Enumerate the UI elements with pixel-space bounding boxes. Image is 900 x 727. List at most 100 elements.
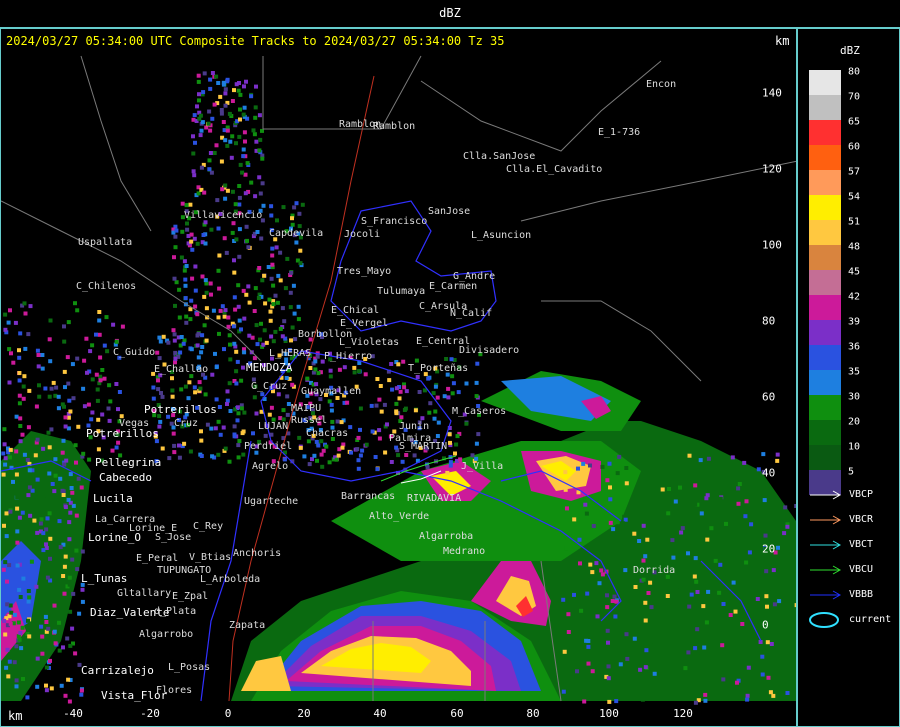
echo-cell xyxy=(192,113,197,118)
echo-cell xyxy=(337,367,342,372)
legend-value: 70 xyxy=(848,91,861,103)
echo-cell xyxy=(184,314,189,319)
echo-cell xyxy=(47,471,52,476)
echo-cell xyxy=(195,104,199,109)
echo-cell xyxy=(216,419,221,424)
echo-cell xyxy=(377,397,382,402)
echo-cell xyxy=(234,237,239,242)
echo-cell xyxy=(22,301,27,306)
echo-cell xyxy=(62,369,67,374)
echo-cell xyxy=(597,581,602,586)
echo-cell xyxy=(273,329,278,334)
echo-cell xyxy=(608,485,612,490)
echo-cell xyxy=(44,683,48,688)
echo-cell xyxy=(67,575,72,580)
echo-cell xyxy=(34,584,39,589)
echo-cell xyxy=(432,416,437,421)
echo-cell xyxy=(157,335,162,340)
echo-cell xyxy=(720,643,725,648)
echo-cell xyxy=(389,460,394,464)
echo-cell xyxy=(324,444,329,449)
echo-cell xyxy=(48,562,52,567)
echo-cell xyxy=(702,645,707,650)
echo-cell xyxy=(35,606,40,611)
echo-cell xyxy=(606,676,611,681)
echo-cell xyxy=(177,315,182,320)
echo-cell xyxy=(385,422,389,427)
echo-cell xyxy=(23,311,28,316)
echo-cell xyxy=(21,384,26,389)
x-tick-label: -40 xyxy=(63,707,83,720)
radar-map-canvas[interactable] xyxy=(1,29,797,727)
place-label: Algarroba xyxy=(419,531,474,542)
legend-swatch xyxy=(809,445,841,470)
echo-cell xyxy=(678,485,682,490)
echo-cell xyxy=(258,191,263,196)
arrow-icon xyxy=(810,565,842,575)
echo-cell xyxy=(591,524,596,528)
echo-cell xyxy=(214,397,219,402)
echo-cell xyxy=(171,328,176,333)
echo-cell xyxy=(34,404,39,409)
echo-cell xyxy=(760,654,765,659)
echo-cell xyxy=(216,315,221,320)
echo-cell xyxy=(294,201,299,206)
echo-cell xyxy=(267,412,272,417)
echo-cell xyxy=(623,568,628,573)
echo-cell xyxy=(718,562,723,567)
echo-cell xyxy=(97,310,102,314)
echo-cell xyxy=(290,222,295,227)
radar-map-panel[interactable]: Ramblon Encon E_1-736 Clla.SanJose Clla.El_C… xyxy=(0,28,797,727)
echo-cell xyxy=(200,274,205,279)
echo-cell xyxy=(594,561,599,566)
echo-cell xyxy=(17,587,22,592)
echo-cell xyxy=(785,524,790,529)
echo-cell xyxy=(219,111,224,116)
echo-cell xyxy=(285,412,290,417)
echo-cell xyxy=(203,278,208,283)
echo-cell xyxy=(268,309,273,314)
echo-cell xyxy=(193,390,198,395)
echo-cell xyxy=(706,589,711,594)
echo-cell xyxy=(618,662,623,667)
echo-cell xyxy=(692,574,697,579)
echo-cell xyxy=(7,455,12,460)
echo-cell xyxy=(226,315,231,320)
echo-cell xyxy=(783,505,788,510)
echo-cell xyxy=(745,697,750,702)
echo-cell xyxy=(280,306,285,311)
echo-cell xyxy=(588,562,593,567)
echo-cell xyxy=(6,320,11,325)
legend-value: 39 xyxy=(848,316,861,328)
echo-cell xyxy=(16,620,21,625)
echo-cell xyxy=(14,667,19,671)
echo-cell xyxy=(182,259,187,264)
echo-cell xyxy=(281,408,286,413)
echo-cell xyxy=(768,690,773,695)
echo-cell xyxy=(262,328,267,333)
echo-cell xyxy=(561,689,566,694)
echo-cell xyxy=(208,128,213,133)
echo-cell xyxy=(397,396,402,401)
echo-cell xyxy=(581,461,586,466)
echo-cell xyxy=(7,659,12,664)
echo-cell xyxy=(79,692,84,697)
echo-cell xyxy=(39,517,44,522)
place-label: Encon xyxy=(646,79,677,90)
echo-cell xyxy=(412,453,417,458)
echo-cell xyxy=(313,367,318,372)
place-label: Pellegrina xyxy=(95,456,162,469)
echo-cell xyxy=(285,394,290,399)
echo-cell xyxy=(426,376,431,381)
echo-cell xyxy=(633,585,638,589)
echo-cell xyxy=(470,453,475,458)
echo-cell xyxy=(247,333,252,338)
echo-cell xyxy=(349,450,353,455)
arrow-icon xyxy=(810,540,842,550)
echo-cell xyxy=(755,597,760,601)
echo-cell xyxy=(607,699,612,704)
echo-cell xyxy=(66,497,71,502)
echo-cell xyxy=(14,678,19,683)
echo-cell xyxy=(679,530,684,535)
echo-cell xyxy=(184,320,189,325)
